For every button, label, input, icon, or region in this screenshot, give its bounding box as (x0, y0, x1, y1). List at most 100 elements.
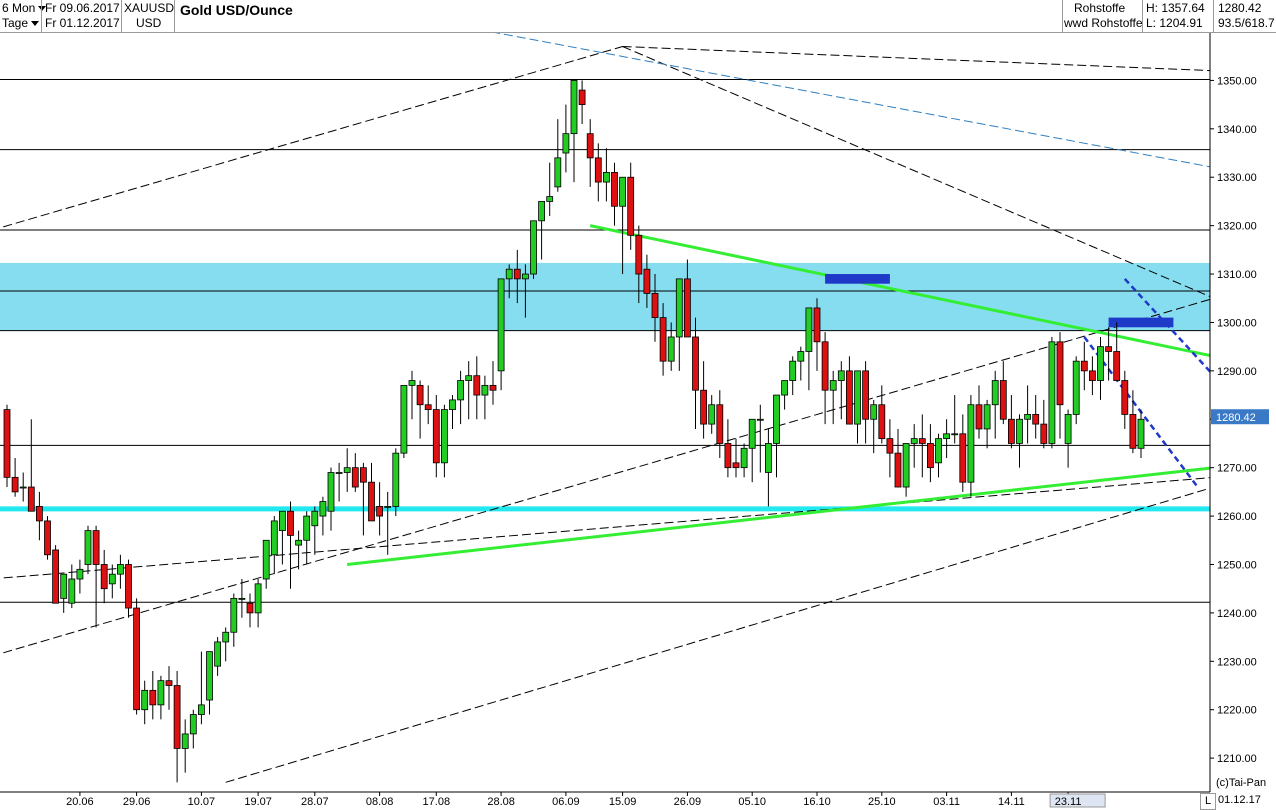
candle-body (611, 171, 618, 207)
candle-body (1008, 418, 1015, 444)
candle-body (951, 433, 959, 436)
last-price-text: 1280.42 (1216, 412, 1256, 424)
candle-body (732, 462, 740, 469)
divider (1213, 0, 1214, 32)
candle-body (343, 467, 351, 473)
x-tick-label: 15.09 (609, 796, 637, 808)
candle-body (449, 399, 456, 410)
candle-body (667, 336, 675, 362)
category-secondary: wwd Rohstoffe (1064, 16, 1143, 30)
candle-body (1056, 341, 1064, 406)
candle-body (546, 196, 554, 202)
candle-body (327, 472, 335, 512)
candle-body (813, 307, 821, 343)
candle-body (214, 641, 222, 667)
candle-body (659, 317, 667, 362)
candle-body (805, 307, 813, 352)
candle-body (975, 404, 983, 430)
candle-body (497, 278, 505, 372)
candle-body (1024, 414, 1031, 420)
candle-body (1089, 370, 1096, 381)
candle-body (92, 530, 100, 565)
candle-body (36, 505, 43, 522)
candle-body (416, 384, 424, 406)
candle-body (716, 404, 724, 444)
candle (967, 395, 975, 497)
candle-body (335, 472, 343, 474)
candle-body (765, 443, 772, 473)
candle-body (270, 520, 278, 556)
candle-body (943, 433, 950, 440)
candle-body (530, 220, 537, 275)
candle-body (206, 651, 213, 701)
candle (3, 404, 11, 488)
candle-body (173, 685, 181, 749)
x-tick-label: 23.11 (1055, 796, 1082, 808)
candle-body (570, 80, 578, 135)
candle-body (473, 375, 481, 396)
x-tick-label: 08.08 (366, 796, 394, 808)
interval-selector[interactable]: Tage (2, 16, 41, 31)
candle-body (11, 476, 19, 493)
candle-body (311, 510, 319, 527)
candle-body (1097, 346, 1104, 381)
candle-body (789, 360, 797, 381)
candle-body (619, 176, 626, 207)
target-box (1108, 317, 1174, 328)
y-tick-label: 1310.00 (1217, 269, 1257, 281)
x-tick-label: 06.09 (552, 796, 580, 808)
candle-body (522, 273, 529, 280)
latest-button[interactable]: L (1200, 793, 1216, 810)
candle-body (1064, 414, 1072, 444)
extra-value: 93.5/618.7 (1218, 16, 1275, 30)
candle-body (886, 438, 894, 454)
candle (133, 598, 141, 715)
price-chart[interactable]: 1210.00 1220.00 1230.00 1240.00 1250.00 1260.… (0, 0, 1276, 809)
candle-body (878, 404, 886, 440)
copyright: (c)Tai-Pan (1216, 777, 1267, 789)
candle-body (432, 409, 440, 464)
candle-body (846, 370, 853, 425)
candle-body (999, 380, 1007, 420)
candle-body (457, 380, 465, 401)
candle-body (359, 467, 367, 483)
candle-body (351, 467, 359, 488)
candle-body (181, 733, 189, 749)
candle-body (481, 384, 489, 396)
divider (41, 0, 42, 32)
candle-body (643, 268, 651, 294)
candle-body (189, 714, 197, 735)
divider (1142, 0, 1143, 32)
currency: USD (136, 16, 162, 30)
candle-body (376, 505, 384, 517)
date-from: Fr 09.06.2017 (45, 1, 120, 15)
candle-body (1016, 418, 1023, 444)
candle-body (586, 133, 594, 159)
candle-body (117, 564, 124, 575)
candle-body (627, 176, 635, 236)
candle (530, 220, 537, 279)
candle-body (603, 171, 610, 183)
candle (44, 516, 51, 560)
candle-body (829, 380, 837, 391)
candle-body (927, 443, 934, 469)
candle-body (295, 539, 303, 546)
candle-body (959, 433, 967, 483)
candle-body (197, 704, 205, 715)
candle (1048, 336, 1056, 449)
resistance-zone (0, 262, 1210, 331)
candle-body (125, 564, 132, 609)
candle-body (1048, 341, 1056, 444)
candle (1072, 356, 1080, 425)
candle (392, 448, 400, 517)
candle-body (1113, 351, 1121, 381)
x-tick-label: 19.07 (244, 796, 272, 808)
candle-body (1072, 360, 1080, 415)
x-tick-label: 28.08 (487, 796, 515, 808)
candle-body (675, 278, 683, 338)
candle-body (708, 404, 716, 425)
candle-body (52, 549, 59, 604)
candle-body (538, 201, 545, 222)
plot-area (0, 32, 1210, 792)
candle-body (465, 375, 473, 381)
